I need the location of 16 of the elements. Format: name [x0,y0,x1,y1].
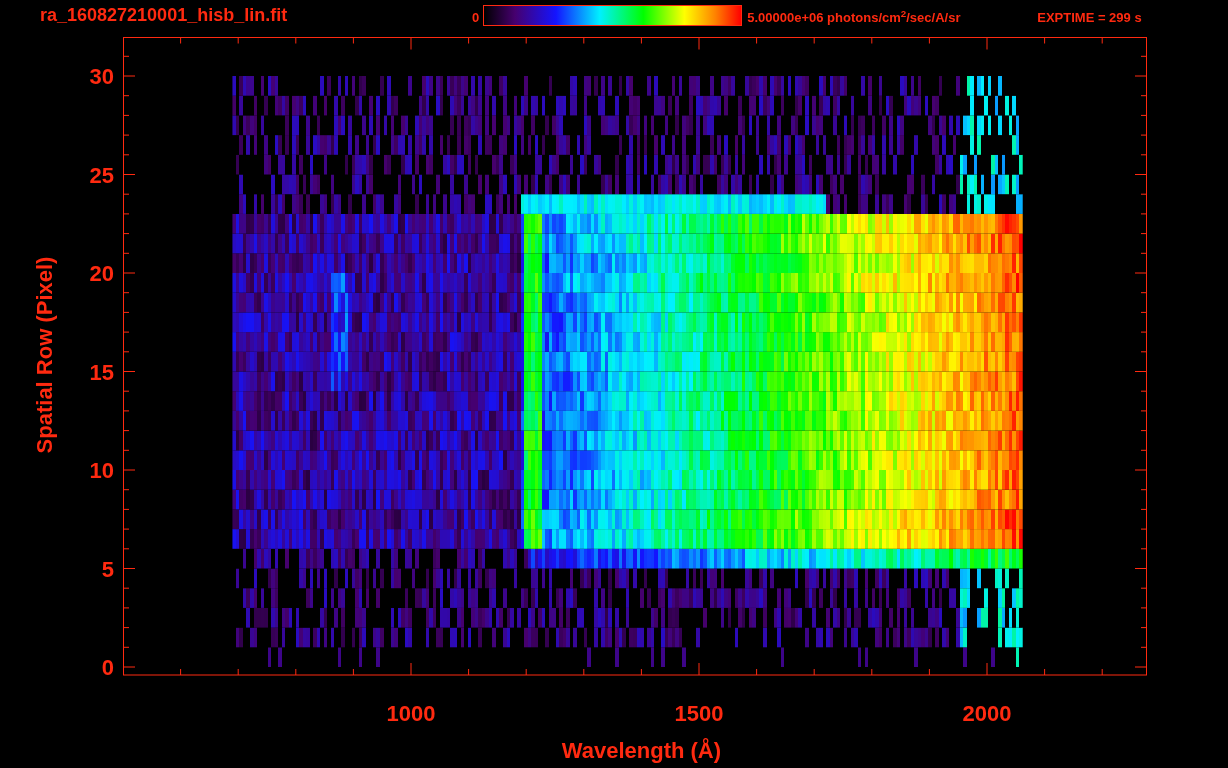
y-tick-label: 10 [89,458,114,483]
y-tick-label: 5 [101,556,114,582]
x-tick-label: 1000 [386,701,436,726]
y-tick-label: 0 [101,655,114,680]
colorbar-min-label: 0 [472,10,480,26]
x-axis-title: Wavelength (Å) [561,738,722,763]
y-tick-label: 15 [89,359,114,385]
x-tick-label: 1500 [674,701,724,726]
y-axis-title: Spatial Row (Pixel) [32,256,57,454]
y-tick-label: 20 [89,261,114,286]
file-title: ra_160827210001_hisb_lin.fit [40,4,289,27]
y-tick-label: 30 [89,64,114,89]
y-tick-label: 25 [89,162,114,188]
exposure-time: EXPTIME = 299 s [1037,10,1142,26]
x-tick-label: 2000 [962,701,1012,726]
colorbar-max-label: 5.00000e+06 photons/cm$^{2}$/sec/A/sr [747,10,962,26]
